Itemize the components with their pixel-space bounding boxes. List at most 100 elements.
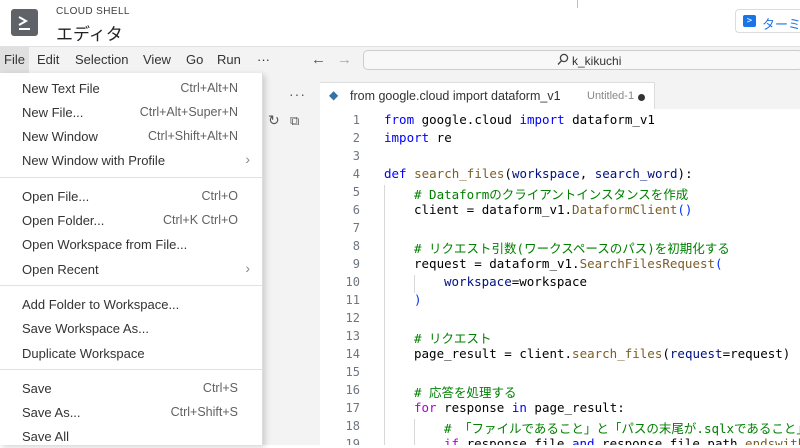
menu-item-label: Duplicate Workspace bbox=[22, 346, 145, 361]
menu-item-label: New Window bbox=[22, 129, 98, 144]
refresh-icon[interactable]: ↻ bbox=[268, 112, 280, 129]
menu-item-label: Save Workspace As... bbox=[22, 321, 149, 336]
menu-item-open-file[interactable]: Open File... Ctrl+O bbox=[0, 184, 262, 208]
menu-item-save-as[interactable]: Save As... Ctrl+Shift+S bbox=[0, 400, 262, 424]
menu-item-shortcut: Ctrl+S bbox=[202, 381, 238, 395]
line-number: 17 bbox=[345, 401, 360, 415]
command-center-label: k_kikuchi bbox=[572, 54, 622, 68]
back-arrow-icon[interactable]: ← bbox=[311, 47, 326, 73]
menu-item-shortcut: Ctrl+O bbox=[201, 189, 238, 203]
menu-item-open-folder[interactable]: Open Folder... Ctrl+K Ctrl+O bbox=[0, 208, 262, 232]
menu-item-label: Save bbox=[22, 381, 52, 396]
line-number: 15 bbox=[345, 365, 360, 379]
menu-item-duplicate-workspace[interactable]: Duplicate Workspace bbox=[0, 341, 262, 365]
code-line: for response in page_result: bbox=[414, 400, 625, 415]
menu-item-label: Open File... bbox=[22, 189, 90, 204]
menu-separator bbox=[0, 369, 262, 370]
menu-item-open-recent[interactable]: Open Recent › bbox=[0, 257, 262, 281]
terminal-icon: > bbox=[743, 15, 756, 27]
menu-item-add-folder-to-workspace[interactable]: Add Folder to Workspace... bbox=[0, 292, 262, 316]
code-editor[interactable]: 1 2 3 4 5 6 7 8 9 10 11 12 13 14 15 16 1… bbox=[320, 109, 800, 445]
line-number: 8 bbox=[352, 239, 360, 253]
menu-view[interactable]: View bbox=[139, 47, 175, 73]
menu-separator bbox=[0, 177, 262, 178]
indent-guide bbox=[414, 419, 415, 445]
cloud-shell-label: CLOUD SHELL bbox=[56, 6, 130, 17]
line-number: 7 bbox=[352, 221, 360, 235]
line-number: 6 bbox=[352, 203, 360, 217]
tab-description: Untitled-1 bbox=[587, 90, 635, 102]
menu-item-label: Save As... bbox=[22, 405, 81, 420]
code-line: # 応答を処理する bbox=[414, 385, 517, 400]
code-line: def search_files(workspace, search_word)… bbox=[384, 166, 693, 181]
menu-edit[interactable]: Edit bbox=[33, 47, 63, 73]
line-number: 18 bbox=[345, 419, 360, 433]
line-number: 19 bbox=[345, 437, 360, 445]
terminal-button-label: ターミナル bbox=[762, 17, 800, 32]
line-number: 1 bbox=[352, 113, 360, 127]
menu-item-label: Open Recent bbox=[22, 262, 99, 277]
line-number: 3 bbox=[352, 149, 360, 163]
code-line: # リクエスト引数(ワークスペースのパス)を初期化する bbox=[414, 241, 730, 256]
code-line: if response.file and response.file.path.… bbox=[444, 436, 800, 445]
page-title: エディタ bbox=[56, 25, 123, 44]
menu-separator bbox=[0, 285, 262, 286]
code-line: workspace=workspace bbox=[444, 274, 587, 289]
code-line: # Dataformのクライアントインスタンスを作成 bbox=[414, 187, 689, 202]
cloud-shell-logo-icon bbox=[11, 9, 38, 36]
code-line: # 「ファイルであること」と「パスの末尾が.sqlxであること」 bbox=[444, 421, 800, 436]
code-line: ) bbox=[414, 292, 422, 307]
menu-item-shortcut: Ctrl+Alt+N bbox=[180, 81, 238, 95]
menu-item-new-window-with-profile[interactable]: New Window with Profile › bbox=[0, 148, 262, 172]
menu-more[interactable]: ··· bbox=[253, 47, 274, 73]
line-number: 5 bbox=[352, 185, 360, 199]
line-number: 12 bbox=[345, 311, 360, 325]
line-number: 13 bbox=[345, 329, 360, 343]
menu-item-label: Save All bbox=[22, 429, 69, 444]
menu-selection[interactable]: Selection bbox=[71, 47, 132, 73]
line-number: 11 bbox=[345, 293, 360, 307]
line-number: 9 bbox=[352, 257, 360, 271]
unsaved-dot-icon[interactable] bbox=[638, 94, 645, 101]
menu-item-new-window[interactable]: New Window Ctrl+Shift+Alt+N bbox=[0, 124, 262, 148]
menu-item-label: Add Folder to Workspace... bbox=[22, 297, 180, 312]
cloud-shell-header: CLOUD SHELL エディタ > ターミナル bbox=[0, 0, 800, 47]
line-number: 10 bbox=[345, 275, 360, 289]
line-number: 4 bbox=[352, 167, 360, 181]
menu-item-new-file[interactable]: New File... Ctrl+Alt+Super+N bbox=[0, 100, 262, 124]
menu-item-save-all[interactable]: Save All bbox=[0, 424, 262, 448]
menu-item-shortcut: Ctrl+K Ctrl+O bbox=[162, 213, 238, 227]
indent-guide bbox=[384, 185, 385, 445]
menu-item-label: New Text File bbox=[22, 81, 100, 96]
line-number: 16 bbox=[345, 383, 360, 397]
code-line: import re bbox=[384, 130, 452, 145]
menu-go[interactable]: Go bbox=[182, 47, 207, 73]
menu-item-shortcut: Ctrl+Alt+Super+N bbox=[139, 105, 238, 119]
indent-guide bbox=[414, 275, 415, 293]
code-line: from google.cloud import dataform_v1 bbox=[384, 112, 655, 127]
explorer-more-icon[interactable]: ··· bbox=[289, 86, 306, 102]
forward-arrow-icon[interactable]: → bbox=[337, 47, 352, 73]
menu-item-save-workspace-as[interactable]: Save Workspace As... bbox=[0, 316, 262, 340]
line-number: 14 bbox=[345, 347, 360, 361]
chevron-right-icon: › bbox=[245, 260, 250, 276]
chevron-right-icon: › bbox=[245, 151, 250, 167]
menu-item-save[interactable]: Save Ctrl+S bbox=[0, 376, 262, 400]
line-number: 2 bbox=[352, 131, 360, 145]
menu-item-label: New Window with Profile bbox=[22, 153, 166, 168]
menu-item-shortcut: Ctrl+Shift+S bbox=[170, 405, 238, 419]
python-file-icon: ◆ bbox=[329, 88, 339, 102]
command-center-search[interactable]: k_kikuchi bbox=[363, 50, 800, 70]
tab-untitled-1[interactable]: ◆ from google.cloud import dataform_v1 U… bbox=[320, 82, 655, 109]
menu-file[interactable]: File bbox=[0, 47, 29, 73]
menu-run[interactable]: Run bbox=[213, 47, 245, 73]
menu-item-shortcut: Ctrl+Shift+Alt+N bbox=[148, 129, 238, 143]
resize-handle[interactable] bbox=[577, 0, 578, 8]
menu-item-open-workspace-from-file[interactable]: Open Workspace from File... bbox=[0, 232, 262, 256]
menu-item-new-text-file[interactable]: New Text File Ctrl+Alt+N bbox=[0, 76, 262, 100]
collapse-all-icon[interactable]: ⧉ bbox=[290, 113, 299, 129]
code-line: request = dataform_v1.SearchFilesRequest… bbox=[414, 256, 723, 271]
menu-item-label: Open Workspace from File... bbox=[22, 237, 188, 252]
open-terminal-button[interactable]: > ターミナル bbox=[735, 9, 800, 33]
file-menu-dropdown: New Text File Ctrl+Alt+N New File... Ctr… bbox=[0, 73, 263, 445]
